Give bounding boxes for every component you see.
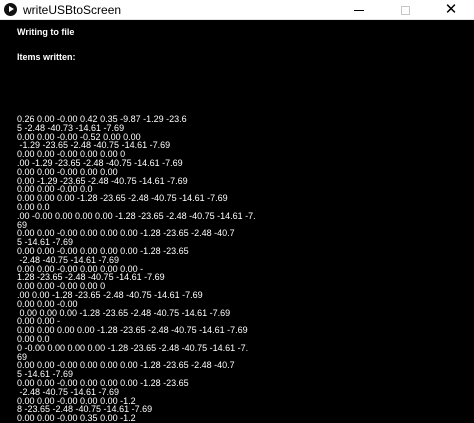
title-bar[interactable]: writeUSBtoScreen ✕ [0, 0, 474, 20]
minimize-button[interactable] [336, 0, 382, 20]
close-icon: ✕ [444, 1, 458, 18]
maximize-icon [400, 5, 410, 15]
window-controls: ✕ [336, 0, 474, 20]
close-button[interactable]: ✕ [428, 0, 474, 20]
app-window: writeUSBtoScreen ✕ Writing to file Items… [0, 0, 474, 422]
log-line: 0.00 0.00 -0.00 0.35 0.00 -1.2 [17, 413, 136, 423]
log-line: 0.00 0.00 0.00 0.00 -1.28 -23.65 -2.48 -… [17, 325, 248, 336]
minimize-icon [354, 10, 364, 11]
data-log: 0.26 0.00 -0.00 0.42 0.35 -9.87 -1.29 -2… [17, 115, 469, 423]
log-line: 0.00 0.00 0.00 -1.28 -23.65 -2.48 -40.75… [17, 307, 231, 318]
log-line: 0.00 0.00 0.00 -1.28 -23.65 -2.48 -40.75… [17, 193, 228, 204]
window-title: writeUSBtoScreen [23, 2, 122, 17]
log-line: 0.00 0.00 -0.00 0.00 0.00 0.00 -1.28 -23… [17, 228, 235, 239]
log-line: .00 0.00 -1.28 -23.65 -2.48 -40.75 -14.6… [17, 289, 203, 300]
maximize-button[interactable] [382, 0, 428, 20]
sketch-canvas: Writing to file Items written: 0.26 0.00… [0, 20, 474, 422]
status-heading: Writing to file [17, 27, 75, 37]
items-written-heading: Items written: [17, 52, 76, 62]
app-play-icon [4, 3, 17, 16]
log-line: 0.00 0.00 -0.00 0.00 0.00 0.00 -1.28 -23… [17, 360, 235, 371]
log-line: .00 -0.00 0.00 0.00 0.00 -1.28 -23.65 -2… [17, 210, 256, 221]
log-line: 0 -0.00 0.00 0.00 0.00 -1.28 -23.65 -2.4… [17, 342, 249, 353]
